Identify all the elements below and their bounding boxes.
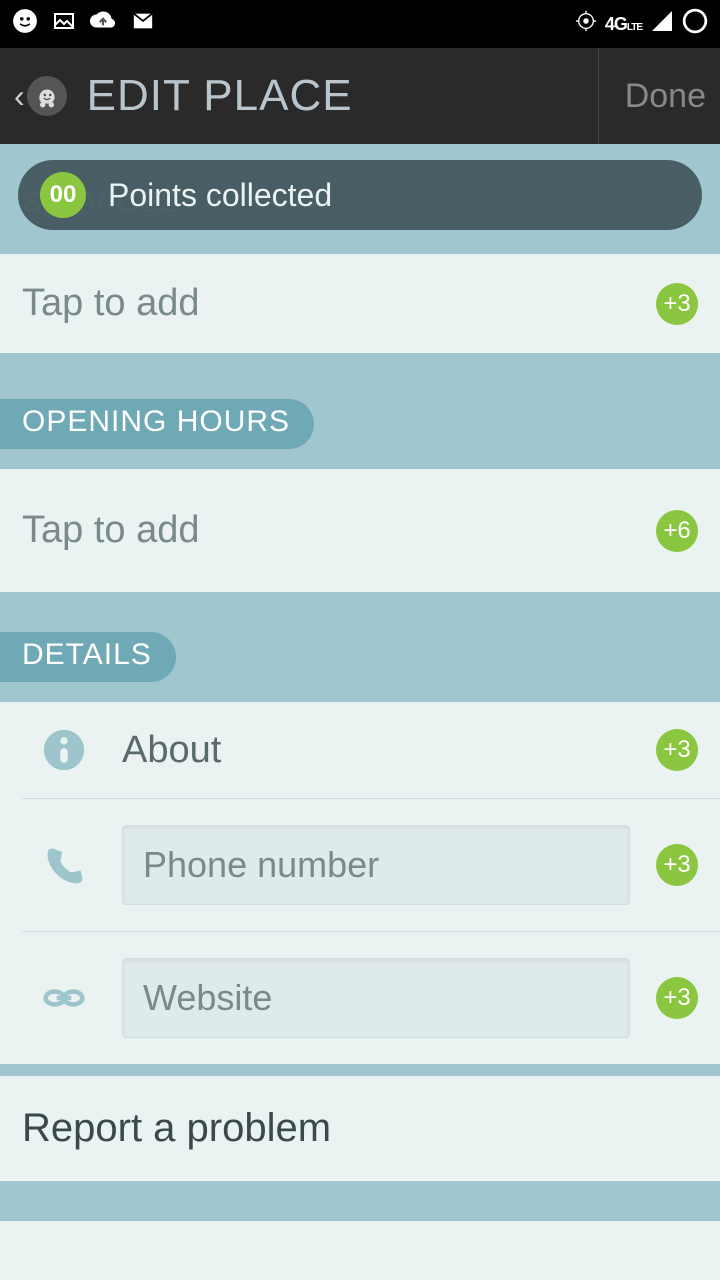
services-add-row[interactable]: Tap to add +3	[0, 254, 720, 353]
app-header: ‹ EDIT PLACE Done	[0, 48, 720, 144]
gps-icon	[575, 10, 597, 39]
info-icon	[34, 728, 94, 772]
waze-notif-icon	[12, 8, 38, 41]
details-label: DETAILS	[0, 632, 176, 682]
points-value: 00	[40, 172, 86, 218]
divider	[0, 1064, 720, 1076]
opening-hours-add-row[interactable]: Tap to add +6	[0, 469, 720, 592]
phone-input[interactable]	[122, 825, 630, 905]
report-problem-row[interactable]: Report a problem	[0, 1076, 720, 1181]
website-input[interactable]	[122, 958, 630, 1038]
waze-logo-icon	[27, 76, 67, 116]
phone-row: +3	[22, 799, 720, 932]
signal-icon	[650, 9, 674, 40]
about-label: About	[122, 729, 648, 772]
android-status-bar: 4GLTE	[0, 0, 720, 48]
points-label: Points collected	[108, 177, 332, 214]
website-bonus-badge: +3	[656, 977, 698, 1019]
link-icon	[34, 976, 94, 1020]
photo-icon	[52, 9, 76, 40]
about-row[interactable]: About +3	[22, 702, 720, 799]
services-bonus-badge: +3	[656, 283, 698, 325]
website-row: +3	[22, 932, 720, 1064]
done-button[interactable]: Done	[598, 48, 706, 144]
details-section: About +3 +3 +3	[0, 702, 720, 1064]
page-title: EDIT PLACE	[87, 71, 353, 121]
about-bonus-badge: +3	[656, 729, 698, 771]
network-4g-icon: 4GLTE	[605, 14, 642, 35]
divider-bottom	[0, 1181, 720, 1221]
services-placeholder: Tap to add	[22, 282, 656, 325]
gmail-icon	[130, 10, 156, 39]
details-header: DETAILS	[0, 592, 720, 702]
opening-hours-placeholder: Tap to add	[22, 509, 656, 552]
opening-hours-label: OPENING HOURS	[0, 399, 314, 449]
phone-icon	[34, 843, 94, 887]
points-toast: 00 Points collected	[18, 160, 702, 230]
upload-icon	[90, 8, 116, 41]
opening-hours-bonus-badge: +6	[656, 510, 698, 552]
battery-circle-icon	[682, 8, 708, 41]
back-button[interactable]: ‹	[14, 78, 25, 115]
phone-bonus-badge: +3	[656, 844, 698, 886]
opening-hours-header: OPENING HOURS	[0, 353, 720, 469]
